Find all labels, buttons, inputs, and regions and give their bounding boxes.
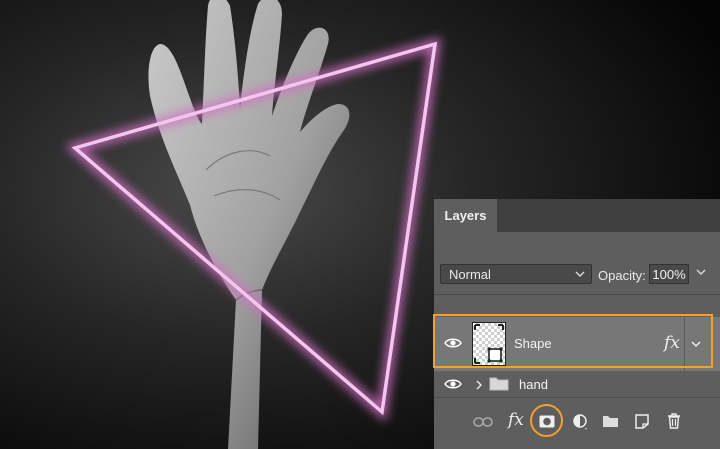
blend-opacity-row: Normal Opacity: 100%: [434, 260, 720, 288]
new-group-icon[interactable]: [602, 415, 619, 433]
layer-row-hand[interactable]: hand: [434, 371, 720, 398]
eye-icon[interactable]: [444, 377, 462, 396]
blend-mode-select[interactable]: Normal: [440, 264, 592, 284]
opacity-chevron-icon[interactable]: [696, 265, 706, 282]
layer-name-shape[interactable]: Shape: [514, 336, 552, 351]
layers-panel: Layers Normal Opacity: 100% Shape fx han…: [434, 199, 720, 449]
new-layer-icon[interactable]: [635, 414, 649, 434]
layer-effects-icon[interactable]: fx: [664, 333, 680, 353]
divider: [684, 317, 685, 371]
layer-row-shape[interactable]: Shape fx: [434, 317, 720, 371]
opacity-input[interactable]: 100%: [649, 264, 689, 284]
opacity-label: Opacity:: [598, 268, 646, 283]
chevron-down-icon: [575, 267, 585, 284]
fx-icon[interactable]: fx: [508, 410, 524, 430]
chevron-right-icon[interactable]: [475, 378, 483, 396]
link-icon[interactable]: [473, 415, 493, 433]
layer-name-hand[interactable]: hand: [519, 377, 548, 392]
divider: [434, 294, 720, 295]
folder-icon: [489, 376, 509, 396]
tab-layers[interactable]: Layers: [434, 199, 497, 232]
adjustment-layer-icon[interactable]: [573, 414, 589, 435]
trash-icon[interactable]: [667, 413, 681, 434]
layers-bottom-toolbar: fx: [434, 402, 720, 449]
add-mask-icon[interactable]: [539, 415, 555, 433]
panel-tab-bar: Layers: [434, 199, 720, 232]
chevron-down-icon[interactable]: [690, 337, 702, 355]
blend-mode-value: Normal: [449, 266, 491, 282]
layer-thumbnail[interactable]: [472, 322, 506, 366]
eye-icon[interactable]: [444, 336, 462, 355]
layers-panel-body: Normal Opacity: 100% Shape fx hand fx: [434, 232, 720, 449]
